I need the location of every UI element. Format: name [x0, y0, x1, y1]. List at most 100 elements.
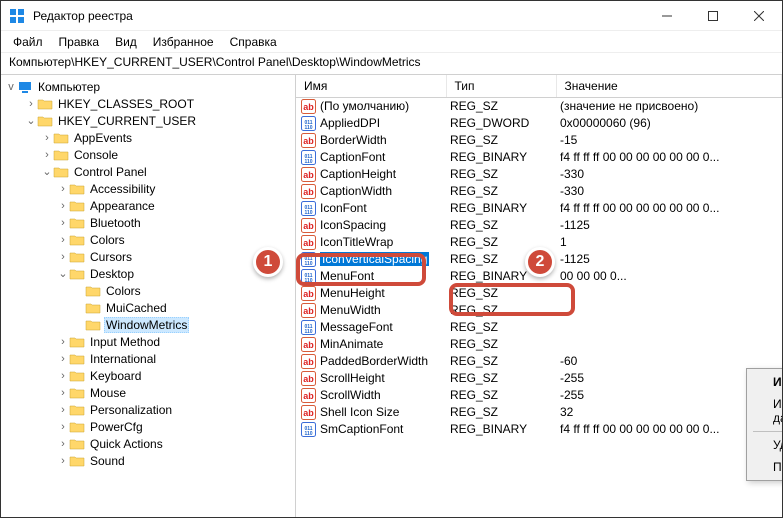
value-type: REG_SZ [446, 370, 556, 387]
address-bar[interactable]: Компьютер\HKEY_CURRENT_USER\Control Pane… [1, 53, 782, 75]
value-row[interactable]: abScrollWidthREG_SZ-255 [296, 387, 782, 404]
tree-node[interactable]: ›Bluetooth [1, 214, 295, 231]
tree-node[interactable]: MuiCached [1, 299, 295, 316]
tree-node[interactable]: ⌄HKEY_CURRENT_USER [1, 112, 295, 129]
value-type-icon: ab [300, 353, 316, 369]
tree-node[interactable]: ›Cursors [1, 248, 295, 265]
expand-icon[interactable]: › [57, 217, 69, 229]
maximize-button[interactable] [690, 1, 736, 31]
tree-node[interactable]: ›HKEY_CLASSES_ROOT [1, 95, 295, 112]
svg-text:110: 110 [304, 261, 312, 267]
expand-icon[interactable]: › [41, 149, 53, 161]
value-row[interactable]: 011110AppliedDPIREG_DWORD0x00000060 (96) [296, 115, 782, 132]
value-row[interactable]: 011110MessageFontREG_SZ [296, 319, 782, 336]
context-menu: Изменить... Изменить двоичные данные... … [746, 368, 782, 481]
ctx-delete[interactable]: Удалить [749, 434, 782, 456]
tree-node[interactable]: ›Console [1, 146, 295, 163]
ctx-rename[interactable]: Переименовать [749, 456, 782, 478]
tree-node[interactable]: ›Input Method [1, 333, 295, 350]
value-row[interactable]: ab(По умолчанию)REG_SZ(значение не присв… [296, 97, 782, 115]
tree-node[interactable]: ⌄Desktop [1, 265, 295, 282]
col-name[interactable]: Имя [296, 75, 446, 97]
svg-text:ab: ab [303, 136, 314, 146]
value-type: REG_SZ [446, 217, 556, 234]
close-button[interactable] [736, 1, 782, 31]
expand-icon[interactable]: ⌄ [41, 165, 53, 178]
tree-node-label: International [88, 352, 158, 366]
value-type: REG_SZ [446, 302, 556, 319]
expand-icon[interactable]: › [57, 336, 69, 348]
col-value[interactable]: Значение [556, 75, 782, 97]
value-row[interactable]: 011110SmCaptionFontREG_BINARYf4 ff ff ff… [296, 421, 782, 438]
menu-help[interactable]: Справка [222, 33, 285, 51]
expand-icon[interactable]: › [57, 353, 69, 365]
tree-node[interactable]: ›Appearance [1, 197, 295, 214]
value-row[interactable]: abCaptionWidthREG_SZ-330 [296, 183, 782, 200]
expand-icon[interactable]: › [57, 200, 69, 212]
expand-icon[interactable]: ⌄ [25, 114, 37, 127]
tree-node[interactable]: › AppEvents [1, 129, 295, 146]
value-row[interactable]: abBorderWidthREG_SZ-15 [296, 132, 782, 149]
expand-icon[interactable]: › [57, 370, 69, 382]
value-row[interactable]: abScrollHeightREG_SZ-255 [296, 370, 782, 387]
value-type-icon: ab [300, 98, 316, 114]
expand-icon[interactable]: › [57, 438, 69, 450]
value-row[interactable]: abIconSpacingREG_SZ-1125 [296, 217, 782, 234]
value-type: REG_SZ [446, 166, 556, 183]
value-row[interactable]: 011110CaptionFontREG_BINARYf4 ff ff ff 0… [296, 149, 782, 166]
ctx-modify[interactable]: Изменить... [749, 371, 782, 393]
value-type-icon: 011110 [300, 149, 316, 165]
value-type-icon: 011110 [300, 115, 316, 131]
expand-icon[interactable]: › [57, 183, 69, 195]
registry-tree[interactable]: vКомпьютер›HKEY_CLASSES_ROOT⌄HKEY_CURREN… [1, 75, 296, 517]
expand-icon[interactable]: › [57, 234, 69, 246]
expand-icon[interactable]: › [57, 387, 69, 399]
value-row[interactable]: 011110IconFontREG_BINARYf4 ff ff ff 00 0… [296, 200, 782, 217]
tree-node-label: Accessibility [88, 182, 157, 196]
tree-node-label: Keyboard [88, 369, 143, 383]
folder-icon [53, 131, 69, 145]
value-row[interactable]: abMinAnimateREG_SZ [296, 336, 782, 353]
tree-node[interactable]: ›PowerCfg [1, 418, 295, 435]
value-row[interactable]: abMenuWidthREG_SZ [296, 302, 782, 319]
menu-view[interactable]: Вид [107, 33, 145, 51]
tree-node-label: AppEvents [72, 131, 134, 145]
col-type[interactable]: Тип [446, 75, 556, 97]
value-data: -330 [556, 166, 782, 183]
tree-node[interactable]: WindowMetrics [1, 316, 295, 333]
menu-file[interactable]: Файл [5, 33, 51, 51]
expand-icon[interactable]: › [25, 98, 37, 110]
svg-text:ab: ab [303, 238, 314, 248]
expand-icon[interactable]: ⌄ [57, 267, 69, 280]
tree-node[interactable]: › Accessibility [1, 180, 295, 197]
expand-icon[interactable]: › [41, 132, 53, 144]
minimize-button[interactable] [644, 1, 690, 31]
tree-node[interactable]: ›Quick Actions [1, 435, 295, 452]
menu-favorites[interactable]: Избранное [145, 33, 222, 51]
tree-node[interactable]: › Keyboard [1, 367, 295, 384]
value-name: IconVerticalSpacing [320, 252, 429, 266]
value-row[interactable]: abMenuHeightREG_SZ [296, 285, 782, 302]
expand-icon[interactable]: › [57, 421, 69, 433]
value-type: REG_SZ [446, 183, 556, 200]
ctx-modify-binary[interactable]: Изменить двоичные данные... [749, 393, 782, 429]
expand-icon[interactable]: › [57, 455, 69, 467]
expand-icon[interactable]: › [57, 251, 69, 263]
tree-node[interactable]: ›Sound [1, 452, 295, 469]
tree-node[interactable]: Colors [1, 282, 295, 299]
tree-node[interactable]: ›Colors [1, 231, 295, 248]
tree-node[interactable]: ›Mouse [1, 384, 295, 401]
value-list[interactable]: Имя Тип Значение ab(По умолчанию)REG_SZ(… [296, 75, 782, 517]
value-name: ScrollWidth [320, 388, 381, 402]
value-row[interactable]: abPaddedBorderWidthREG_SZ-60 [296, 353, 782, 370]
menu-edit[interactable]: Правка [51, 33, 108, 51]
tree-node[interactable]: ›Personalization [1, 401, 295, 418]
tree-node[interactable]: ⌄Control Panel [1, 163, 295, 180]
svg-text:ab: ab [303, 289, 314, 299]
expand-icon[interactable]: › [57, 404, 69, 416]
tree-root[interactable]: vКомпьютер [1, 78, 295, 95]
value-row[interactable]: abShell Icon SizeREG_SZ32 [296, 404, 782, 421]
value-row[interactable]: abCaptionHeightREG_SZ-330 [296, 166, 782, 183]
tree-node[interactable]: › International [1, 350, 295, 367]
value-name: IconTitleWrap [320, 235, 393, 249]
